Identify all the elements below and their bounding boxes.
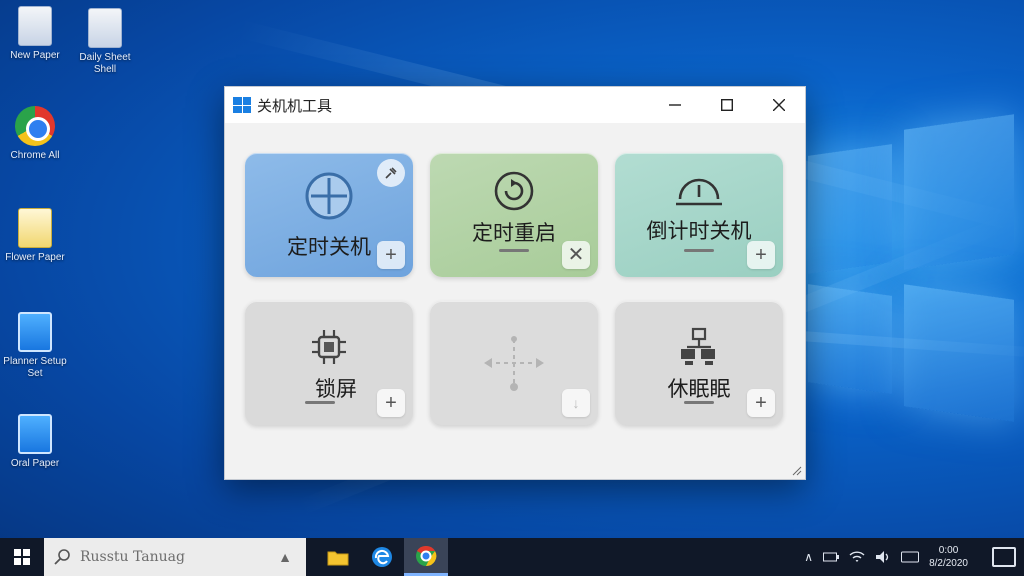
add-button[interactable]: + [747, 389, 775, 417]
pin-icon [385, 167, 397, 179]
folder-icon [327, 551, 349, 566]
start-button[interactable] [0, 538, 44, 576]
taskbar-app-chrome[interactable] [404, 538, 448, 576]
chrome-icon [15, 106, 55, 146]
search-arrow-icon: ▲ [278, 549, 292, 565]
chrome-icon [416, 545, 437, 566]
windows-app-icon [18, 312, 52, 352]
minimize-button[interactable] [649, 87, 701, 123]
card-countdown-shutdown[interactable]: 倒计时关机 + [615, 153, 783, 277]
search-placeholder: Russtu Tanuag [80, 549, 185, 565]
add-button[interactable]: + [377, 241, 405, 269]
taskbar-app-file-explorer[interactable] [316, 538, 360, 576]
windows-logo-pane [904, 284, 1014, 422]
system-tray: ∧ 0:00 8/2/2020 [804, 544, 1024, 570]
restart-icon [494, 171, 534, 211]
desktop-icon-chrome[interactable]: Chrome All [0, 106, 70, 162]
taskbar-clock[interactable]: 0:00 8/2/2020 [929, 544, 968, 570]
desktop-icon-flower-paper[interactable]: Flower Paper [0, 208, 70, 264]
search-icon [54, 549, 70, 565]
move-arrows-icon [484, 336, 544, 391]
document-icon [18, 6, 52, 46]
desktop-icon-planner-setup[interactable]: Planner Setup Set [0, 312, 70, 380]
taskbar: Russtu Tanuag ▲ ∧ 0:00 8/2/2020 [0, 538, 1024, 576]
windows-logo-pane [808, 144, 892, 274]
card-scheduled-restart[interactable]: 定时重启 ✕ [430, 153, 598, 277]
window-title: 关机机工具 [257, 97, 333, 115]
crosshair-icon [305, 172, 353, 220]
document-icon [88, 8, 122, 48]
add-button[interactable]: + [377, 389, 405, 417]
resize-grip-icon[interactable] [792, 466, 802, 476]
app-logo-icon [233, 97, 251, 113]
card-scheduled-shutdown[interactable]: 定时关机 + [245, 153, 413, 277]
edge-icon [372, 547, 392, 567]
card-lock-screen[interactable]: 锁屏 + [245, 301, 413, 425]
network-icon[interactable] [849, 550, 865, 564]
volume-icon[interactable] [875, 550, 891, 564]
card-underline [499, 249, 529, 252]
card-sleep[interactable]: 休眠眠 + [615, 301, 783, 425]
pin-button[interactable] [377, 159, 405, 187]
notification-center-icon[interactable] [992, 547, 1016, 567]
taskbar-app-edge[interactable] [360, 538, 404, 576]
minimize-icon [669, 104, 681, 106]
taskbar-search-box[interactable]: Russtu Tanuag ▲ [44, 538, 306, 576]
windows-logo-pane [904, 114, 1014, 270]
tray-overflow-button[interactable]: ∧ [804, 550, 813, 564]
maximize-button[interactable] [701, 87, 753, 123]
close-icon [773, 99, 785, 111]
title-bar[interactable]: 关机机工具 [225, 87, 805, 123]
maximize-icon [721, 99, 733, 111]
keyboard-icon[interactable] [901, 550, 920, 564]
desktop-icon-daily-sheet[interactable]: Daily Sheet Shell [70, 8, 140, 76]
close-card-button[interactable]: ✕ [562, 241, 590, 269]
desktop-icon-new-paper[interactable]: New Paper [0, 6, 70, 62]
add-button[interactable]: + [747, 241, 775, 269]
sleep-network-icon [681, 327, 715, 365]
download-button[interactable]: ↓ [562, 389, 590, 417]
card-underline [684, 401, 714, 404]
windows-app-icon [18, 414, 52, 454]
windows-logo-pane [808, 284, 892, 394]
document-icon [18, 208, 52, 248]
windows-logo-icon [14, 549, 30, 565]
close-button[interactable] [753, 87, 805, 123]
card-underline [684, 249, 714, 252]
desktop-icon-oral-paper[interactable]: Oral Paper [0, 414, 70, 470]
lock-chip-icon [312, 330, 346, 364]
card-placeholder[interactable]: ↓ [430, 301, 598, 425]
shutdown-tool-window: 关机机工具 定时关机 + 定时重启 ✕ 倒计时关机 + 锁屏 + ↓ 休眠眠 + [224, 86, 806, 480]
battery-icon[interactable] [823, 551, 840, 563]
countdown-icon [676, 178, 722, 206]
card-underline [305, 401, 335, 404]
